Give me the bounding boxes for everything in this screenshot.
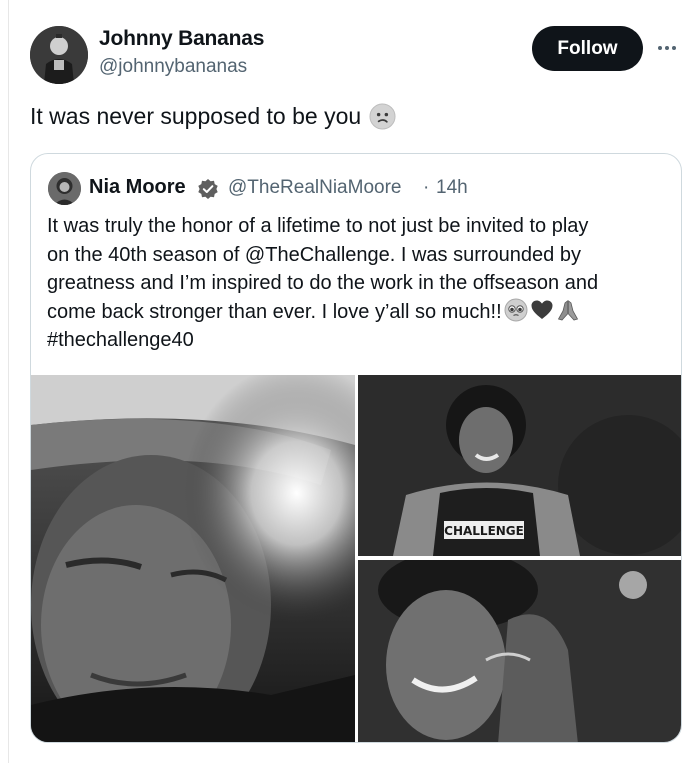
confused-face-emoji-icon bbox=[369, 103, 396, 130]
shirt-logo-text: CHALLENGE bbox=[444, 524, 524, 538]
follow-button[interactable]: Follow bbox=[532, 26, 643, 71]
more-options-icon[interactable] bbox=[654, 36, 680, 60]
meta-separator: · bbox=[423, 177, 430, 198]
media-grid: CHALLENGE bbox=[31, 375, 681, 742]
quoted-tweet-body: It was truly the honor of a lifetime to … bbox=[47, 212, 667, 355]
timeline-divider bbox=[8, 0, 9, 763]
quoted-author-name[interactable]: Nia Moore bbox=[89, 176, 186, 199]
author-avatar[interactable] bbox=[30, 26, 88, 84]
quoted-author-avatar[interactable] bbox=[48, 172, 81, 205]
emoji-group bbox=[504, 298, 580, 322]
folded-hands-emoji-icon bbox=[556, 298, 580, 322]
quoted-line-4: come back stronger than ever. I love y’a… bbox=[47, 298, 667, 327]
quoted-timestamp[interactable]: 14h bbox=[436, 177, 468, 199]
quoted-hashtag[interactable]: #thechallenge40 bbox=[47, 326, 667, 355]
author-name[interactable]: Johnny Bananas bbox=[99, 27, 264, 51]
quoted-line-2: on the 40th season of @TheChallenge. I w… bbox=[47, 243, 581, 266]
quoted-line-1: It was truly the honor of a lifetime to … bbox=[47, 215, 589, 237]
quoted-author-handle[interactable]: @TheRealNiaMoore bbox=[228, 177, 401, 199]
tweet-text-content: It was never supposed to be you bbox=[30, 103, 362, 129]
tweet-text: It was never supposed to be you bbox=[30, 103, 396, 130]
black-heart-emoji-icon bbox=[530, 298, 554, 322]
quoted-line-4-text: come back stronger than ever. I love y’a… bbox=[47, 300, 502, 323]
quoted-tweet-card[interactable]: Nia Moore @TheRealNiaMoore · 14h It was … bbox=[30, 153, 682, 743]
quoted-line-3: greatness and I’m inspired to do the wor… bbox=[47, 272, 599, 294]
photo-smiling-closeup[interactable] bbox=[358, 560, 681, 742]
photo-helmet-closeup[interactable] bbox=[31, 375, 355, 742]
pleading-face-emoji-icon bbox=[504, 298, 528, 322]
photo-challenge-tank-top[interactable]: CHALLENGE bbox=[358, 375, 681, 556]
verified-badge-icon bbox=[197, 178, 219, 200]
author-handle[interactable]: @johnnybananas bbox=[99, 56, 247, 78]
